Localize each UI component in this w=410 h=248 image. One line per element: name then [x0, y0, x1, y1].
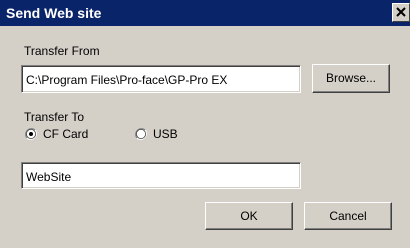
transfer-from-label: Transfer From [24, 44, 100, 58]
transfer-from-path-field[interactable]: C:\Program Files\Pro-face\GP-Pro EX [21, 65, 301, 93]
ok-button[interactable]: OK [205, 202, 293, 230]
close-button[interactable] [392, 3, 410, 22]
browse-button[interactable]: Browse... [312, 64, 390, 93]
send-web-site-dialog: Send Web site Transfer From C:\Program F… [0, 0, 410, 248]
cancel-button[interactable]: Cancel [304, 202, 392, 230]
radio-cf-card-label[interactable]: CF Card [43, 127, 88, 141]
radio-usb-label[interactable]: USB [153, 127, 178, 141]
radio-cf-card[interactable] [25, 128, 37, 140]
close-icon [396, 7, 406, 17]
radio-selected-dot [29, 132, 33, 136]
dialog-titlebar: Send Web site [0, 0, 410, 26]
transfer-to-label: Transfer To [24, 110, 85, 124]
radio-usb[interactable] [135, 128, 147, 140]
dialog-title: Send Web site [6, 5, 102, 21]
destination-folder-field[interactable]: WebSite [21, 162, 301, 189]
